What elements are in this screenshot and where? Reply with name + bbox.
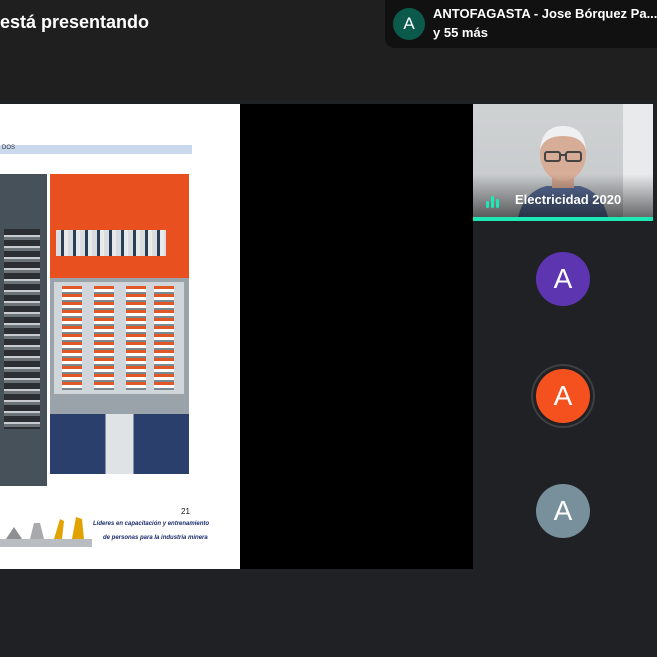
terminal-rail [62,286,82,390]
terminal-rail [94,286,114,390]
shared-slide: DOS 21 Líderes en capacitación y entrena… [0,104,240,569]
electrical-panel-photo-right [50,174,189,474]
participant-avatar[interactable]: A [536,252,590,306]
bottom-bar [0,569,657,657]
terminal-rail [126,286,146,390]
panel-bottom [50,414,189,474]
slide-header-band: DOS [0,145,192,154]
slide-footer-line2: de personas para la industria minera [103,535,208,541]
panel-wiring [4,229,40,429]
mining-equipment-graphic [0,517,92,547]
panel-back-plate [50,174,189,278]
electrical-panel-photo-left [0,174,47,486]
participant-avatar[interactable]: A [536,484,590,538]
slide-footer-line1: Líderes en capacitación y entrenamiento [93,521,210,527]
plc-modules [56,230,166,256]
terminal-blocks [54,282,184,394]
terminal-rail [154,286,174,390]
participant-avatar[interactable]: A [536,369,590,423]
presenting-label: está presentando [0,12,150,32]
participant-video-name: Electricidad 2020 [515,192,622,207]
slide-band-text: DOS [2,145,16,151]
slide-page-number: 21 [181,507,190,516]
presenter-avatar: A [393,8,425,40]
participants-more: y 55 más [433,25,488,40]
presenter-name: ANTOFAGASTA - Jose Bórquez Pa... [433,6,657,21]
speaking-indicator-icon [486,194,504,208]
presenter-chip[interactable]: A ANTOFAGASTA - Jose Bórquez Pa... y 55 … [385,0,657,48]
top-bar: está presentando A ANTOFAGASTA - Jose Bó… [0,0,657,100]
